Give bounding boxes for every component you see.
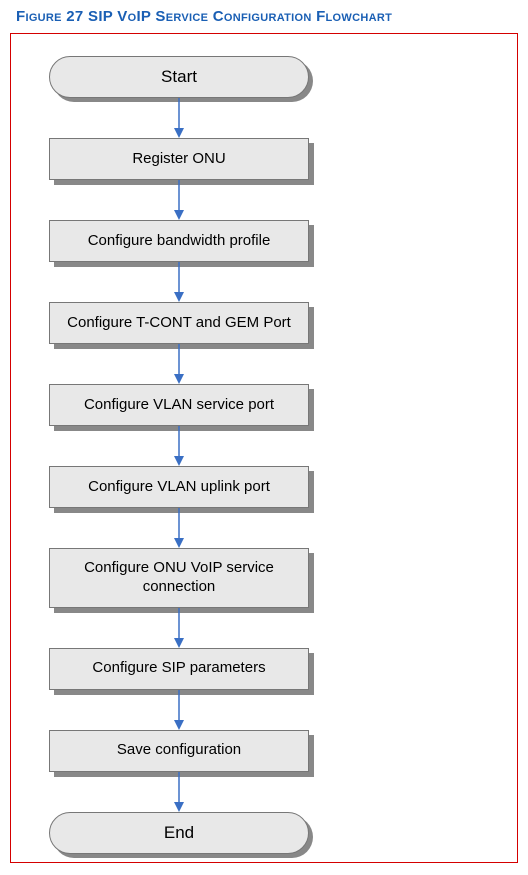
arrow <box>49 690 309 730</box>
arrow-down-icon <box>172 772 186 812</box>
process-step-label: Configure VLAN uplink port <box>88 478 270 497</box>
process-step-label: Configure VLAN service port <box>84 396 274 415</box>
terminator-end: End <box>49 812 309 854</box>
process-step: Configure SIP parameters <box>49 648 309 690</box>
process-step: Configure VLAN uplink port <box>49 466 309 508</box>
figure-title: Figure 27 SIP VoIP Service Configuration… <box>0 0 528 33</box>
arrow <box>49 180 309 220</box>
flowchart: Start Register ONU Configure bandwid <box>49 56 329 854</box>
process-step-label: Save configuration <box>117 741 241 760</box>
process-step-label: Configure SIP parameters <box>92 659 265 678</box>
arrow <box>49 98 309 138</box>
process-step: Configure VLAN service port <box>49 384 309 426</box>
arrow-down-icon <box>172 98 186 138</box>
terminator-end-label: End <box>164 823 194 843</box>
flowchart-frame: Start Register ONU Configure bandwid <box>10 33 518 863</box>
arrow <box>49 262 309 302</box>
arrow-down-icon <box>172 608 186 648</box>
arrow <box>49 344 309 384</box>
terminator-start-label: Start <box>161 67 197 87</box>
arrow <box>49 608 309 648</box>
process-step: Register ONU <box>49 138 309 180</box>
terminator-start: Start <box>49 56 309 98</box>
process-step: Configure ONU VoIP service connection <box>49 548 309 608</box>
arrow-down-icon <box>172 180 186 220</box>
process-step-label: Configure T-CONT and GEM Port <box>67 314 291 333</box>
process-step-label: Configure ONU VoIP service connection <box>58 559 300 597</box>
arrow-down-icon <box>172 262 186 302</box>
arrow <box>49 426 309 466</box>
arrow-down-icon <box>172 508 186 548</box>
process-step: Save configuration <box>49 730 309 772</box>
process-step: Configure bandwidth profile <box>49 220 309 262</box>
process-step: Configure T-CONT and GEM Port <box>49 302 309 344</box>
arrow-down-icon <box>172 690 186 730</box>
arrow-down-icon <box>172 426 186 466</box>
arrow <box>49 508 309 548</box>
process-step-label: Configure bandwidth profile <box>88 232 271 251</box>
arrow <box>49 772 309 812</box>
process-step-label: Register ONU <box>132 150 225 169</box>
arrow-down-icon <box>172 344 186 384</box>
